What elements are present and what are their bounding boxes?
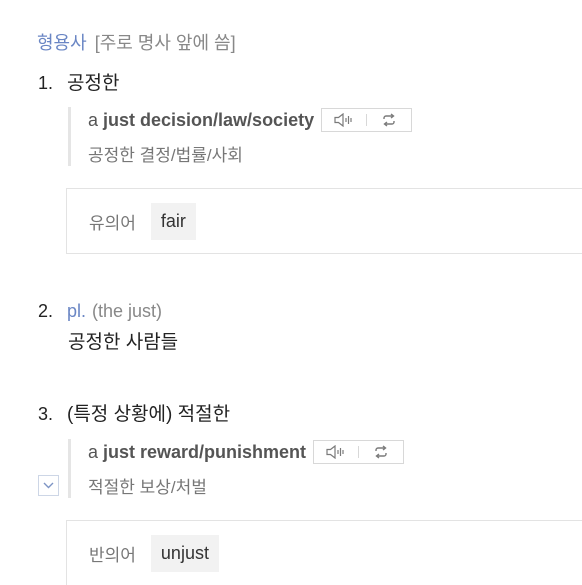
audio-controls — [321, 108, 413, 132]
repeat-audio-button[interactable] — [367, 109, 411, 131]
speaker-icon — [326, 445, 344, 459]
example-sentence: a just reward/punishment 적절한 보상/처벌 — [68, 439, 405, 498]
sense-definition: 공정한 — [67, 73, 120, 94]
antonym-box: 반의어 unjust — [66, 520, 582, 585]
part-of-speech: 형용사 [주로 명사 앞에 씀] — [37, 31, 236, 55]
antonym-link[interactable]: unjust — [150, 534, 219, 572]
speaker-icon — [334, 113, 352, 127]
sense-1: 1. 공정한 — [38, 71, 119, 96]
example-keyword: just decision/law/society — [103, 109, 315, 130]
pos-word: 형용사 — [37, 33, 87, 53]
sense-definition: (특정 상황에) 적절한 — [67, 404, 231, 425]
expand-examples-button[interactable] — [38, 475, 59, 496]
sense-number: 1. — [38, 73, 54, 93]
example-translation: 공정한 결정/법률/사회 — [88, 146, 243, 165]
repeat-audio-button[interactable] — [359, 441, 403, 463]
synonym-box: 유의어 fair — [66, 188, 582, 254]
sense-3: 3. (특정 상황에) 적절한 — [38, 402, 230, 427]
repeat-icon — [375, 445, 387, 459]
antonym-label: 반의어 — [89, 545, 136, 565]
sense-number: 2. — [38, 301, 54, 321]
play-audio-button[interactable] — [322, 109, 366, 131]
dictionary-entry: 형용사 [주로 명사 앞에 씀] 1. 공정한 a just decision/la… — [0, 0, 582, 585]
pos-note: [주로 명사 앞에 씀] — [94, 33, 236, 53]
plural-label: pl. — [67, 301, 87, 321]
synonym-label: 유의어 — [89, 213, 136, 233]
example-translation: 적절한 보상/처벌 — [88, 478, 207, 497]
synonym-link[interactable]: fair — [150, 202, 196, 240]
example-keyword: just reward/punishment — [103, 441, 307, 462]
example-english: a just decision/law/society — [88, 110, 314, 131]
example-english: a just reward/punishment — [88, 442, 306, 463]
sense-definition: 공정한 사람들 — [68, 332, 179, 353]
play-audio-button[interactable] — [314, 441, 358, 463]
sense-number: 3. — [38, 404, 54, 424]
example-prefix: a — [88, 109, 104, 130]
sense-note: (the just) — [92, 301, 163, 321]
audio-controls — [313, 440, 405, 464]
chevron-down-icon — [43, 482, 54, 489]
example-prefix: a — [88, 441, 104, 462]
example-sentence: a just decision/law/society 공정한 결정/법률/사회 — [68, 107, 413, 166]
sense-2: 2. pl. (the just) — [38, 299, 162, 323]
repeat-icon — [383, 113, 395, 127]
